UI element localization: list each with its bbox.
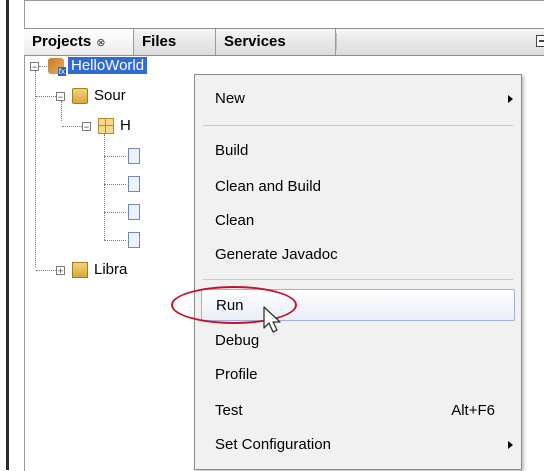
menu-item-build[interactable]: Build [195, 135, 521, 167]
menu-item-debug-label: Debug [215, 332, 260, 349]
tree-line [35, 71, 36, 267]
submenu-arrow-icon [508, 441, 513, 449]
tree-node-package-label: H [120, 117, 131, 134]
tree-line [104, 240, 126, 241]
menu-item-clean-and-build[interactable]: Clean and Build [195, 171, 521, 203]
source-folder-icon [72, 88, 88, 104]
tab-projects-label: Projects [32, 33, 92, 50]
tab-files-label: Files [142, 33, 177, 50]
close-icon[interactable]: ⊗ [96, 37, 105, 49]
libraries-folder-icon [72, 262, 88, 278]
submenu-arrow-icon [508, 95, 513, 103]
java-file-icon[interactable] [128, 204, 140, 220]
menu-item-clean-and-build-label: Clean and Build [215, 178, 321, 195]
collapse-icon[interactable]: − [30, 62, 39, 72]
tab-files[interactable]: Files [134, 29, 216, 55]
tab-projects[interactable]: Projects ⊗ [24, 29, 134, 55]
css-file-icon[interactable] [128, 176, 140, 192]
tab-services[interactable]: Services [216, 29, 336, 55]
fxml-file-icon[interactable] [128, 148, 140, 164]
menu-item-clean[interactable]: Clean [195, 205, 521, 237]
menu-item-set-configuration-label: Set Configuration [215, 436, 331, 453]
tab-bar-empty-area [336, 33, 544, 50]
tab-services-label: Services [224, 33, 286, 50]
javafx-project-icon [48, 58, 66, 76]
context-menu: New Build Clean and Build Clean Generate… [194, 74, 522, 470]
collapse-icon[interactable]: − [56, 92, 65, 102]
tree-node-source[interactable]: Sour [94, 86, 126, 106]
minimize-icon[interactable] [536, 35, 544, 47]
menu-item-build-label: Build [215, 142, 249, 159]
menu-item-new-label: New [215, 90, 246, 107]
tree-node-root[interactable]: HelloWorld [68, 56, 148, 76]
tree-node-root-label: HelloWorld [68, 57, 148, 74]
package-icon [98, 118, 114, 134]
menu-separator [203, 125, 513, 126]
tree-line [36, 270, 56, 271]
menu-item-test[interactable]: Test Alt+F6 [195, 395, 521, 427]
expand-icon[interactable]: + [56, 266, 65, 276]
tree-line [36, 96, 56, 97]
menu-item-clean-label: Clean [215, 212, 255, 229]
tab-bar: Projects ⊗ Files Services [24, 28, 544, 56]
menu-item-set-configuration[interactable]: Set Configuration [195, 429, 521, 461]
tree-node-libraries[interactable]: Libra [94, 260, 127, 280]
tree-line [104, 134, 105, 240]
tree-line [104, 184, 126, 185]
tree-line [62, 126, 82, 127]
menu-separator [203, 279, 513, 280]
menu-item-profile[interactable]: Profile [195, 359, 521, 391]
window-edge [0, 0, 9, 470]
menu-item-generate-javadoc[interactable]: Generate Javadoc [195, 239, 521, 271]
mouse-pointer-icon [263, 306, 281, 333]
tree-line [104, 212, 126, 213]
menu-item-test-shortcut: Alt+F6 [451, 402, 495, 419]
menu-item-profile-label: Profile [215, 366, 258, 383]
tree-node-libraries-label: Libra [94, 261, 128, 278]
tree-line [39, 66, 47, 67]
collapse-icon[interactable]: − [82, 122, 91, 132]
tree-node-source-label: Sour [94, 87, 126, 104]
menu-item-test-label: Test [215, 402, 243, 419]
menu-item-debug[interactable]: Debug [195, 325, 521, 357]
tree-node-package[interactable]: H [120, 116, 131, 136]
menu-item-generate-javadoc-label: Generate Javadoc [215, 246, 338, 263]
menu-item-new[interactable]: New [195, 83, 521, 115]
tree-line [61, 101, 62, 121]
java-file-icon[interactable] [128, 232, 140, 248]
tree-line [104, 156, 126, 157]
